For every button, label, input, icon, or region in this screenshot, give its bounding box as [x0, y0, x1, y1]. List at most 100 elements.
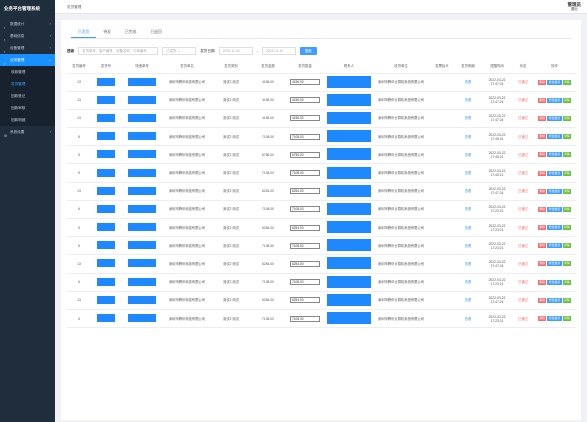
edit-shipment-button[interactable]: 修改发货 — [547, 79, 562, 85]
delete-button[interactable]: 删除 — [537, 279, 547, 285]
edit-shipment-button[interactable]: 修改发货 — [547, 261, 562, 267]
sidebar-item-0[interactable]: ▪ 数据统计 › — [0, 18, 55, 30]
qty-input[interactable]: 6254.00 — [290, 188, 320, 195]
sidebar-subitem-4[interactable]: 回款明细 — [0, 114, 55, 126]
search-input[interactable]: 发货单号、客户编号、设备名称、订单编号 — [78, 47, 159, 55]
edit-shipment-button[interactable]: 修改发货 — [547, 243, 562, 249]
detail-link[interactable]: 查看 — [465, 226, 472, 230]
date-end-input[interactable]: 2023-01-10 — [261, 47, 296, 55]
details-button[interactable]: 详情 — [562, 170, 572, 176]
detail-link[interactable]: 查看 — [465, 298, 472, 302]
tab-2[interactable]: 已完成 — [118, 28, 143, 38]
sidebar-item-2[interactable]: ▪ 设备管理 › — [0, 42, 55, 54]
qty-input[interactable]: 4156.00 — [290, 97, 320, 104]
details-button[interactable]: 详情 — [562, 279, 572, 285]
delete-button[interactable]: 删除 — [537, 188, 547, 194]
delete-button[interactable]: 删除 — [537, 225, 547, 231]
cell-invoice — [429, 145, 455, 165]
sidebar-item-3[interactable]: ▪ 业务管理 ⌄ — [0, 54, 55, 66]
date-start-input[interactable]: 2023-11-03 — [218, 47, 253, 55]
sidebar-subitem-1[interactable]: 发货管理 — [0, 78, 55, 90]
details-button[interactable]: 详情 — [562, 297, 572, 303]
qty-input[interactable]: 6254.00 — [290, 260, 320, 267]
details-button[interactable]: 详情 — [562, 188, 572, 194]
edit-shipment-button[interactable]: 修改发货 — [547, 206, 562, 212]
edit-shipment-button[interactable]: 修改发货 — [547, 134, 562, 140]
edit-shipment-button[interactable]: 修改发货 — [547, 97, 562, 103]
details-button[interactable]: 详情 — [562, 97, 572, 103]
detail-link[interactable]: 查看 — [465, 207, 472, 211]
tab-0[interactable]: 已发货 — [71, 28, 97, 38]
detail-link[interactable]: 查看 — [465, 98, 472, 102]
detail-link[interactable]: 查看 — [465, 189, 472, 193]
detail-link[interactable]: 查看 — [465, 262, 472, 266]
qty-input[interactable]: 4156.00 — [290, 79, 320, 86]
detail-link[interactable]: 查看 — [465, 317, 472, 321]
qty-input[interactable]: 7108.00 — [290, 242, 320, 249]
details-button[interactable]: 详情 — [562, 152, 572, 158]
details-button[interactable]: 详情 — [562, 115, 572, 121]
edit-shipment-button[interactable]: 修改发货 — [547, 297, 562, 303]
user-menu[interactable]: 管理员 退出 — [568, 2, 582, 12]
qty-input[interactable]: 7108.00 — [290, 315, 320, 322]
detail-link[interactable]: 查看 — [465, 80, 472, 84]
delete-button[interactable]: 删除 — [537, 97, 547, 103]
detail-link[interactable]: 查看 — [465, 153, 472, 157]
sidebar-subitem-3[interactable]: 回款审核 — [0, 102, 55, 114]
qty-input[interactable]: 6254.00 — [290, 297, 320, 304]
qty-input[interactable]: 4156.00 — [290, 115, 320, 122]
time-text: 17:47:24 — [490, 263, 504, 268]
cell-contact — [325, 145, 373, 165]
cell-tracking — [121, 182, 163, 201]
edit-shipment-button[interactable]: 修改发货 — [547, 279, 562, 285]
tab-1[interactable]: 待发 — [96, 28, 118, 38]
details-button[interactable]: 详情 — [562, 225, 572, 231]
details-button[interactable]: 详情 — [562, 261, 572, 267]
delete-button[interactable]: 删除 — [537, 206, 547, 212]
settings-icon: ⚙ — [4, 134, 8, 138]
details-button[interactable]: 详情 — [562, 79, 572, 85]
detail-link[interactable]: 查看 — [465, 280, 472, 284]
details-button[interactable]: 详情 — [562, 134, 572, 140]
status-select[interactable]: 已发货 ⌄ — [162, 47, 197, 55]
edit-shipment-button[interactable]: 修改发货 — [547, 152, 562, 158]
delete-button[interactable]: 删除 — [537, 261, 547, 267]
redacted-block — [128, 314, 156, 323]
delete-button[interactable]: 删除 — [537, 170, 547, 176]
delete-button[interactable]: 删除 — [537, 243, 547, 249]
details-button[interactable]: 详情 — [562, 206, 572, 212]
logout-label[interactable]: 退出 — [571, 7, 578, 11]
edit-shipment-button[interactable]: 修改发货 — [547, 225, 562, 231]
sidebar-subitem-0[interactable]: 收款管理 — [0, 66, 55, 78]
search-button[interactable]: 搜索 — [299, 47, 317, 55]
delete-button[interactable]: 删除 — [537, 152, 547, 158]
detail-link[interactable]: 查看 — [465, 244, 472, 248]
tab-3[interactable]: 已退回 — [143, 28, 168, 38]
delete-button[interactable]: 删除 — [537, 79, 547, 85]
qty-input[interactable]: 6756.00 — [290, 151, 320, 158]
sidebar-item-settings[interactable]: ⚙ 系统设置 › — [0, 126, 55, 138]
delete-button[interactable]: 删除 — [537, 316, 547, 322]
detail-link[interactable]: 查看 — [465, 171, 472, 175]
delete-button[interactable]: 删除 — [537, 297, 547, 303]
qty-input[interactable]: 7108.00 — [290, 133, 320, 140]
qty-input[interactable]: 7108.00 — [290, 279, 320, 286]
details-button[interactable]: 详情 — [562, 316, 572, 322]
qty-input[interactable]: 7108.00 — [290, 206, 320, 213]
cell-tracking — [121, 145, 163, 165]
edit-shipment-button[interactable]: 修改发货 — [547, 316, 562, 322]
edit-shipment-button[interactable]: 修改发货 — [547, 115, 562, 121]
detail-link[interactable]: 查看 — [465, 135, 472, 139]
qty-input[interactable]: 6254.00 — [290, 224, 320, 231]
details-button[interactable]: 详情 — [562, 243, 572, 249]
cell-no: 13 — [67, 73, 91, 92]
qty-input[interactable]: 7108.00 — [290, 170, 320, 177]
cell-tracking — [121, 163, 163, 183]
delete-button[interactable]: 删除 — [537, 134, 547, 140]
edit-shipment-button[interactable]: 修改发货 — [547, 170, 562, 176]
sidebar-item-1[interactable]: ▪ 基础信息 › — [0, 30, 55, 42]
detail-link[interactable]: 查看 — [465, 116, 472, 120]
edit-shipment-button[interactable]: 修改发货 — [547, 188, 562, 194]
sidebar-subitem-2[interactable]: 回款登记 — [0, 90, 55, 102]
delete-button[interactable]: 删除 — [537, 115, 547, 121]
